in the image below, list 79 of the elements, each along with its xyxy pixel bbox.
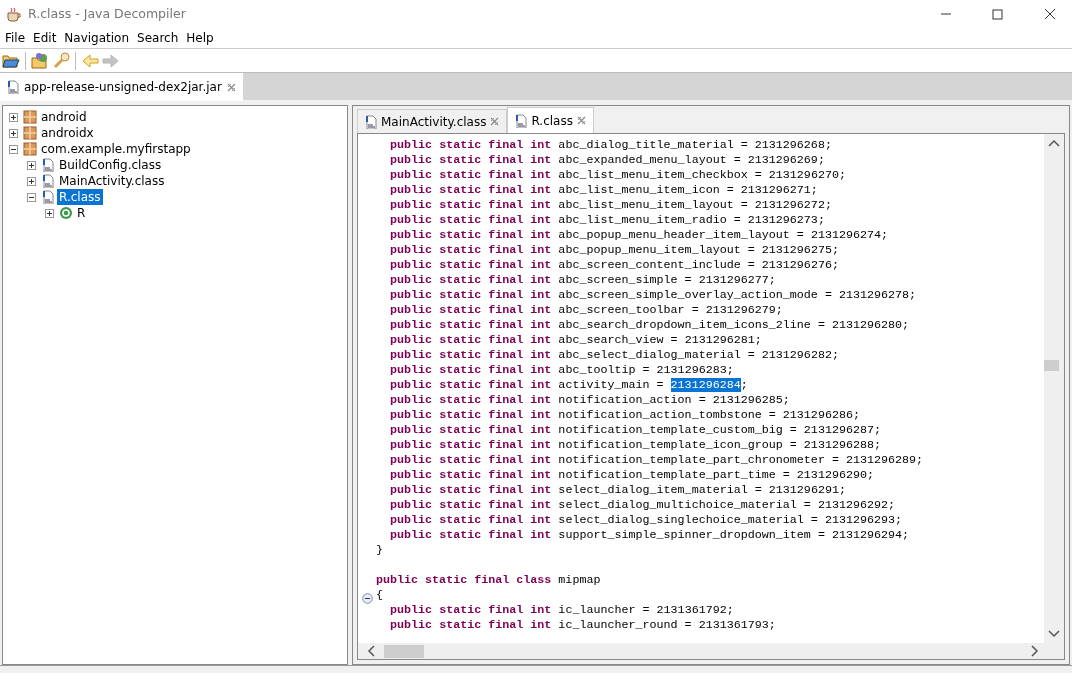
tree-item[interactable]: com.example.myfirstapp	[39, 141, 193, 157]
code-line: public static final int select_dialog_item_material = 2131296291;	[390, 483, 846, 497]
tree-item[interactable]: androidx	[39, 125, 96, 141]
code-line: public static final int select_dialog_multichoice_material = 2131296292;	[390, 498, 896, 512]
code-line: public static final int abc_screen_simple_overlay_action_mode = 2131296278;	[390, 288, 917, 302]
code-line: public static final int select_dialog_singlechoice_material = 2131296293;	[390, 513, 903, 527]
package-icon	[23, 126, 37, 140]
tree-item[interactable]: BuildConfig.class	[57, 157, 164, 173]
scroll-down-icon[interactable]	[1048, 629, 1060, 639]
code-line: public static final int activity_main = 2131296284;	[390, 378, 748, 392]
brace: }	[376, 543, 383, 557]
menu-item[interactable]: Edit	[30, 29, 62, 47]
expander-icon[interactable]	[27, 192, 36, 202]
close-icon[interactable]	[1042, 8, 1056, 20]
class-file-icon	[41, 174, 55, 188]
tree-item[interactable]: android	[39, 109, 89, 125]
folder-button[interactable]	[31, 51, 49, 70]
tree-item[interactable]: MainActivity.class	[57, 173, 167, 189]
code-line: public static final int abc_list_menu_item_checkbox = 2131296270;	[390, 168, 846, 182]
code-line: public static final int abc_screen_simple = 2131296277;	[390, 273, 776, 287]
editor-tab[interactable]: R.class	[507, 107, 594, 133]
menu-item[interactable]: Help	[183, 29, 219, 47]
tree-item[interactable]: R.class	[57, 189, 103, 205]
code-line: public static final int abc_tooltip = 2131296283;	[390, 363, 734, 377]
expander-icon[interactable]	[9, 112, 18, 122]
code-line: public static final int abc_dialog_title_material = 2131296268;	[390, 138, 832, 152]
code-line: public static final int ic_launcher = 2131361792;	[390, 603, 734, 617]
file-tab[interactable]: app-release-unsigned-dex2jar.jar	[0, 73, 243, 101]
code-line: public static final int notification_template_icon_group = 2131296288;	[390, 438, 881, 452]
code-line: public static final int abc_select_dialog_material = 2131296282;	[390, 348, 839, 362]
code-line: public static final int abc_list_menu_item_icon = 2131296271;	[390, 183, 818, 197]
code-line: public static final int abc_screen_toolbar = 2131296279;	[390, 303, 783, 317]
scroll-up-icon[interactable]	[1048, 138, 1060, 148]
scroll-thumb[interactable]	[384, 644, 424, 658]
code-line: public static final int abc_search_dropdown_item_icons_2line = 2131296280;	[390, 318, 910, 332]
menu-item[interactable]: Search	[134, 29, 184, 47]
code-line: public static final int abc_expanded_menu_layout = 2131296269;	[390, 153, 825, 167]
window-title: R.class - Java Decompiler	[28, 4, 187, 23]
class-file-icon	[364, 114, 378, 129]
editor-tab[interactable]: MainActivity.class	[357, 109, 508, 133]
code-line: public static final int support_simple_spinner_dropdown_item = 2131296294;	[390, 528, 910, 542]
fold-icon[interactable]	[362, 593, 373, 604]
expander-icon[interactable]	[9, 144, 18, 154]
tree-item[interactable]: R	[75, 205, 88, 221]
code-line: public static final int notification_template_part_chronometer = 2131296289;	[390, 453, 924, 467]
scroll-right-icon[interactable]	[1028, 645, 1040, 657]
horizontal-scrollbar[interactable]	[358, 643, 1064, 659]
code-line: public static final int abc_list_menu_item_layout = 2131296272;	[390, 198, 832, 212]
code-line: public static final int notification_action = 2131296285;	[390, 393, 790, 407]
code-line: public static final int notification_template_custom_big = 2131296287;	[390, 423, 881, 437]
code-line: public static final int abc_list_menu_item_radio = 2131296273;	[390, 213, 825, 227]
expander-icon[interactable]	[27, 176, 36, 186]
class-file-icon	[41, 158, 55, 172]
class-icon	[59, 206, 73, 220]
menu-item[interactable]: Navigation	[61, 29, 135, 47]
scroll-thumb[interactable]	[1044, 360, 1059, 371]
code-line: public static final class mipmap	[376, 573, 601, 587]
expander-icon[interactable]	[45, 208, 54, 218]
coffee-cup-icon	[6, 6, 22, 22]
expander-icon[interactable]	[9, 128, 18, 138]
maximize-icon[interactable]	[990, 8, 1004, 20]
expander-icon[interactable]	[27, 160, 36, 170]
code-line: public static final int abc_popup_menu_item_layout = 2131296275;	[390, 243, 839, 257]
scroll-left-icon[interactable]	[366, 645, 378, 657]
code-line: public static final int notification_template_part_time = 2131296290;	[390, 468, 874, 482]
jar-file-icon	[6, 80, 20, 94]
flashlight-button[interactable]	[52, 51, 70, 70]
code-line: public static final int abc_popup_menu_header_item_layout = 2131296274;	[390, 228, 889, 242]
code-line: public static final int ic_launcher_round = 2131361793;	[390, 618, 776, 632]
menu-item[interactable]: File	[2, 29, 31, 47]
vertical-scrollbar[interactable]	[1044, 134, 1064, 643]
code-line: public static final int notification_action_tombstone = 2131296286;	[390, 408, 860, 422]
code-line: public static final int abc_screen_content_include = 2131296276;	[390, 258, 839, 272]
class-file-icon	[514, 113, 529, 128]
class-file-icon	[41, 190, 55, 204]
brace: {	[376, 588, 383, 602]
code-line: public static final int abc_search_view = 2131296281;	[390, 333, 762, 347]
package-icon	[23, 110, 37, 124]
package-icon	[23, 142, 37, 156]
